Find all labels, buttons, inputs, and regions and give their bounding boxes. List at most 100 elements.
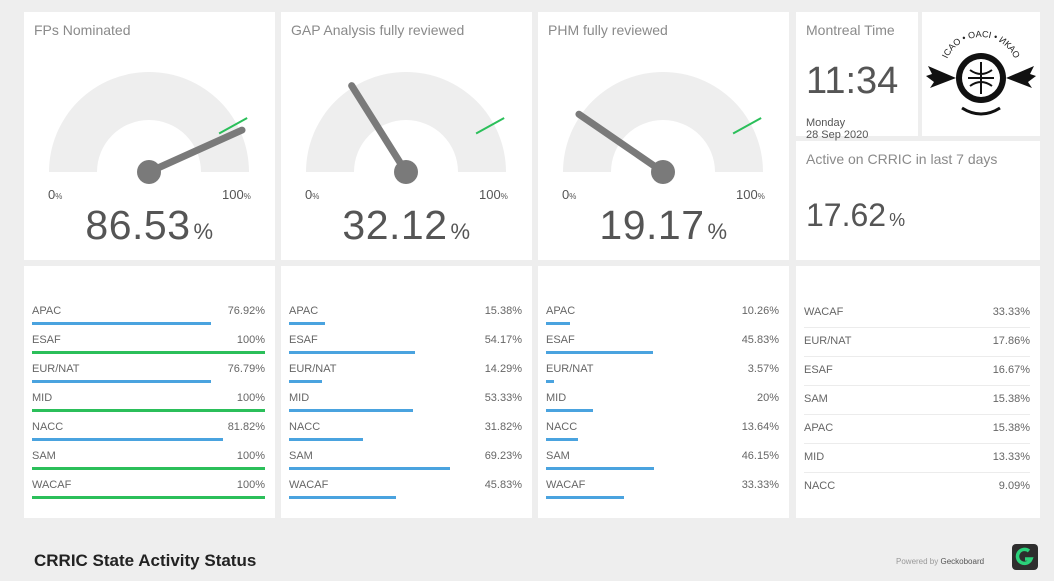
bar-value: 100%: [236, 334, 265, 346]
bar-fill: [32, 351, 265, 354]
clock-card: Montreal Time 11:34 Monday 28 Sep 2020: [796, 12, 918, 141]
bar-value: 31.82%: [484, 421, 522, 433]
gauge-track: [306, 72, 506, 172]
leaderboard-value: 17.86%: [992, 335, 1030, 347]
active-value: 17.62%: [806, 197, 906, 233]
gauge-min-label: 0%: [48, 187, 63, 202]
icao-emblem-icon: ICAO • OACI • ИКАО: [926, 29, 1036, 116]
bar-label: SAM: [32, 450, 56, 462]
bar-value: 76.92%: [227, 305, 265, 317]
leaderboard-row: EUR/NAT 17.86%: [804, 327, 1030, 357]
bar-row: NACC 81.82%: [32, 418, 265, 448]
clock-time: 11:34: [806, 60, 899, 102]
bar-fill: [546, 438, 578, 441]
bar-fill: [546, 351, 653, 354]
bar-value: 45.83%: [741, 334, 779, 346]
leaderboard-value: 15.38%: [992, 393, 1030, 405]
bar-row: ESAF 45.83%: [546, 331, 779, 361]
leaderboard-row: WACAF 33.33%: [804, 298, 1030, 328]
bar-label: ESAF: [32, 334, 61, 346]
leaderboard-row: NACC 9.09%: [804, 472, 1030, 501]
bar-value: 45.83%: [484, 479, 522, 491]
bar-label: APAC: [289, 305, 319, 317]
bar-row: NACC 13.64%: [546, 418, 779, 448]
bar-value: 15.38%: [484, 305, 522, 317]
leaderboard-value: 33.33%: [992, 306, 1030, 318]
bar-fill: [289, 351, 416, 354]
bar-row: MID 53.33%: [289, 389, 522, 419]
active-card: Active on CRRIC in last 7 days 17.62%: [796, 141, 1040, 260]
bar-label: MID: [32, 392, 53, 404]
bar-value: 81.82%: [227, 421, 265, 433]
bar-fill: [32, 322, 212, 325]
bar-value: 46.15%: [741, 450, 779, 462]
bar-label: EUR/NAT: [289, 363, 337, 375]
bar-list-card-fps: APAC 76.92% ESAF 100% EUR/NAT 76.79% MID 100% NA…: [24, 266, 275, 518]
bar-row: NACC 31.82%: [289, 418, 522, 448]
clock-date: Monday 28 Sep 2020: [806, 117, 869, 141]
bar-label: APAC: [546, 305, 576, 317]
gauge-value: 19.17%: [599, 202, 728, 248]
bar-label: WACAF: [546, 479, 586, 491]
bar-label: SAM: [289, 450, 313, 462]
bar-value: 14.29%: [484, 363, 522, 375]
bar-row: SAM 69.23%: [289, 447, 522, 477]
bar-fill: [289, 322, 325, 325]
bar-row: SAM 46.15%: [546, 447, 779, 477]
bar-label: MID: [546, 392, 567, 404]
gauge-min-label: 0%: [562, 187, 577, 202]
bar-value: 13.64%: [741, 421, 779, 433]
bar-label: WACAF: [32, 479, 72, 491]
gauge-dial: [49, 72, 249, 184]
gauge-dial: [563, 72, 763, 184]
bar-label: WACAF: [289, 479, 329, 491]
bar-label: NACC: [546, 421, 578, 433]
leaderboard-row: SAM 15.38%: [804, 385, 1030, 415]
leaderboard-card: WACAF 33.33% EUR/NAT 17.86% ESAF 16.67% SAM 15.…: [796, 266, 1040, 518]
bar-fill: [32, 496, 265, 499]
bar-value: 100%: [236, 392, 265, 404]
icao-logo-card: ICAO • OACI • ИКАО: [922, 12, 1040, 136]
bar-value: 100%: [236, 450, 265, 462]
bar-row: SAM 100%: [32, 447, 265, 477]
geckoboard-logo-icon[interactable]: [1012, 544, 1038, 570]
leaderboard-row: APAC 15.38%: [804, 414, 1030, 444]
bar-row: MID 100%: [32, 389, 265, 419]
bar-label: NACC: [32, 421, 64, 433]
leaderboard-label: SAM: [804, 393, 828, 405]
dashboard-title: CRRIC State Activity Status: [34, 551, 257, 570]
bar-row: WACAF 45.83%: [289, 476, 522, 506]
bar-row: WACAF 100%: [32, 476, 265, 506]
bar-row: APAC 15.38%: [289, 302, 522, 332]
bar-row: ESAF 100%: [32, 331, 265, 361]
leaderboard-row: MID 13.33%: [804, 443, 1030, 473]
bar-row: WACAF 33.33%: [546, 476, 779, 506]
bar-value: 100%: [236, 479, 265, 491]
leaderboard-value: 9.09%: [998, 480, 1030, 492]
leaderboard-label: WACAF: [804, 306, 844, 318]
gauge-card-phm-reviewed: PHM fully reviewed 0% 100% 19.17%: [538, 12, 789, 260]
bar-row: EUR/NAT 3.57%: [546, 360, 779, 390]
bar-fill: [546, 496, 624, 499]
bar-value: 76.79%: [227, 363, 265, 375]
bar-label: MID: [289, 392, 310, 404]
bar-fill: [546, 322, 570, 325]
leaderboard-value: 16.67%: [992, 364, 1030, 376]
bar-label: ESAF: [546, 334, 575, 346]
gauge-card-gap-analysis: GAP Analysis fully reviewed 0% 100% 32.1…: [281, 12, 532, 260]
bar-fill: [289, 409, 414, 412]
bar-fill: [546, 380, 555, 383]
bar-value: 33.33%: [741, 479, 779, 491]
leaderboard-label: APAC: [804, 422, 834, 434]
bar-value: 3.57%: [747, 363, 779, 375]
bar-fill: [289, 467, 451, 470]
bar-fill: [546, 409, 593, 412]
bar-label: ESAF: [289, 334, 318, 346]
bar-label: SAM: [546, 450, 570, 462]
clock-title: Montreal Time: [806, 22, 895, 38]
gauge-max-label: 100%: [736, 187, 765, 202]
powered-by[interactable]: Powered by Geckoboard: [896, 557, 984, 566]
bar-fill: [32, 409, 265, 412]
bar-list-card-phm: APAC 10.26% ESAF 45.83% EUR/NAT 3.57% MID 20% NA…: [538, 266, 789, 518]
bar-row: APAC 10.26%: [546, 302, 779, 332]
